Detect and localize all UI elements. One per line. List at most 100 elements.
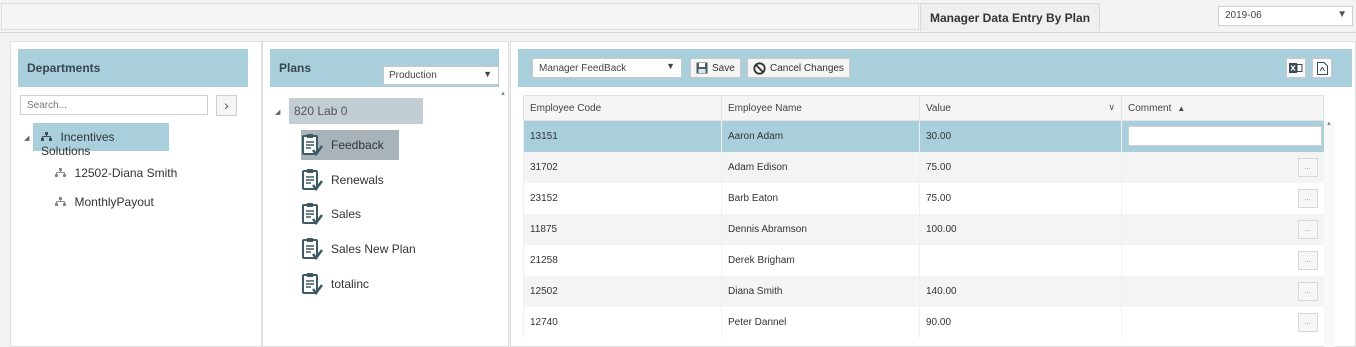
cell-value[interactable]: 90.00	[919, 306, 1122, 338]
cell-value[interactable]: 75.00	[919, 182, 1122, 214]
plan-item-label: Sales New Plan	[331, 242, 416, 256]
plans-scrollbar[interactable]: ▲	[500, 91, 508, 346]
table-row[interactable]: 31702 Adam Edison 75.00 ...	[523, 151, 1324, 183]
clipboard-check-icon	[302, 169, 323, 192]
plan-item-label: totalinc	[331, 277, 370, 291]
tree-expand-icon[interactable]: ◢	[24, 134, 29, 142]
plan-item-renewals[interactable]: Renewals	[301, 165, 399, 195]
department-root-node[interactable]: Incentives Solutions	[33, 123, 169, 158]
search-go-button[interactable]: ›	[216, 95, 237, 116]
column-header-value[interactable]: Value ∨	[919, 95, 1122, 121]
plan-item-totalinc[interactable]: totalinc	[301, 269, 399, 299]
cell-employee-code: 31702	[523, 151, 722, 183]
cell-value[interactable]: 75.00	[919, 151, 1122, 183]
departments-panel: Departments › ◢ Incentives Solutions 125…	[10, 41, 262, 347]
chevron-down-icon: ▼	[1337, 9, 1347, 20]
cell-comment[interactable]: ...	[1121, 275, 1324, 307]
cell-employee-name: Dennis Abramson	[721, 213, 920, 245]
tab-manager-data-entry[interactable]: Manager Data Entry By Plan	[920, 3, 1100, 31]
plan-root-node[interactable]: 820 Lab 0	[289, 98, 423, 124]
save-icon	[696, 62, 708, 74]
cell-employee-code: 21258	[523, 244, 722, 276]
comment-edit-button[interactable]: ...	[1297, 219, 1318, 239]
table-row[interactable]: 12502 Diana Smith 140.00 ...	[523, 275, 1324, 307]
export-excel-button[interactable]	[1286, 58, 1306, 78]
cancel-changes-button[interactable]: Cancel Changes	[747, 58, 850, 78]
cell-comment[interactable]: ...	[1121, 244, 1324, 276]
column-header-employee-code[interactable]: Employee Code	[523, 95, 722, 121]
org-chart-icon	[55, 168, 69, 179]
column-header-label: Value	[926, 102, 951, 114]
cell-comment[interactable]	[1121, 120, 1324, 152]
cell-employee-code: 12740	[523, 306, 722, 338]
comment-edit-button[interactable]: ...	[1297, 157, 1318, 177]
cell-employee-code: 12502	[523, 275, 722, 307]
clipboard-check-icon	[302, 203, 323, 226]
view-value: Manager FeedBack	[539, 63, 627, 74]
grid-scrollbar[interactable]: ▲	[1324, 121, 1334, 347]
period-select[interactable]: 2019-06 ▼	[1218, 6, 1353, 26]
comment-edit-button[interactable]: ...	[1297, 281, 1318, 301]
plan-item-label: Sales	[331, 207, 362, 221]
cell-employee-name: Adam Edison	[721, 151, 920, 183]
cell-value[interactable]: 30.00	[919, 120, 1122, 152]
environment-value: Production	[389, 70, 437, 81]
scroll-up-icon[interactable]: ▲	[500, 91, 508, 97]
cancel-icon	[753, 61, 766, 75]
cell-employee-code: 13151	[523, 120, 722, 152]
department-node-diana-smith[interactable]: 12502-Diana Smith	[55, 166, 177, 180]
department-search-input[interactable]	[20, 95, 208, 115]
table-row[interactable]: 11875 Dennis Abramson 100.00 ...	[523, 213, 1324, 245]
cell-value[interactable]: 140.00	[919, 275, 1122, 307]
column-header-comment[interactable]: Comment ▲	[1121, 95, 1324, 121]
cell-employee-name: Derek Brigham	[721, 244, 920, 276]
plan-item-label: Feedback	[331, 138, 384, 152]
comment-input[interactable]	[1128, 126, 1322, 147]
table-row[interactable]: 23152 Barb Eaton 75.00 ...	[523, 182, 1324, 214]
department-node-label: MonthlyPayout	[74, 195, 154, 209]
table-row[interactable]: 12740 Peter Dannel 90.00 ...	[523, 306, 1324, 338]
save-button[interactable]: Save	[690, 58, 741, 78]
tree-expand-icon[interactable]: ◢	[275, 108, 280, 116]
top-bar: Manager Data Entry By Plan 2019-06 ▼	[0, 0, 1356, 33]
environment-select[interactable]: Production ▼	[383, 66, 499, 85]
pdf-icon	[1316, 61, 1328, 75]
plan-item-sales-new-plan[interactable]: Sales New Plan	[301, 234, 421, 264]
cell-comment[interactable]: ...	[1121, 182, 1324, 214]
cell-value[interactable]	[919, 244, 1122, 276]
main-area: Departments › ◢ Incentives Solutions 125…	[0, 33, 1356, 347]
chevron-down-icon: ▼	[666, 61, 675, 71]
plans-title: Plans	[279, 61, 312, 75]
cell-employee-name: Barb Eaton	[721, 182, 920, 214]
employee-grid: Employee Code Employee Name Value ∨ Comme…	[523, 95, 1324, 338]
period-value: 2019-06	[1225, 10, 1262, 21]
org-chart-icon	[55, 197, 69, 208]
cell-comment[interactable]: ...	[1121, 306, 1324, 338]
comment-edit-button[interactable]: ...	[1297, 250, 1318, 270]
cell-comment[interactable]: ...	[1121, 151, 1324, 183]
table-row[interactable]: 21258 Derek Brigham ...	[523, 244, 1324, 276]
column-header-label: Comment	[1128, 102, 1172, 114]
cell-comment[interactable]: ...	[1121, 213, 1324, 245]
comment-edit-button[interactable]: ...	[1297, 188, 1318, 208]
cell-employee-name: Diana Smith	[721, 275, 920, 307]
department-node-monthly-payout[interactable]: MonthlyPayout	[55, 195, 154, 209]
column-menu-icon[interactable]: ∨	[1108, 102, 1115, 113]
column-header-employee-name[interactable]: Employee Name	[721, 95, 920, 121]
cell-value[interactable]: 100.00	[919, 213, 1122, 245]
cell-employee-code: 23152	[523, 182, 722, 214]
plan-item-sales[interactable]: Sales	[301, 199, 399, 229]
export-pdf-button[interactable]	[1312, 58, 1332, 78]
cancel-label: Cancel Changes	[770, 62, 844, 74]
column-header-label: Employee Code	[530, 102, 602, 114]
clipboard-check-icon	[302, 134, 323, 157]
toolbar-area	[1, 3, 919, 30]
grid-header-row: Employee Code Employee Name Value ∨ Comme…	[523, 95, 1324, 121]
view-select[interactable]: Manager FeedBack ▼	[532, 58, 682, 78]
scroll-up-icon[interactable]: ▲	[1324, 121, 1334, 127]
plan-item-feedback[interactable]: Feedback	[301, 130, 399, 160]
comment-edit-button[interactable]: ...	[1297, 312, 1318, 332]
table-row[interactable]: 13151 Aaron Adam 30.00	[523, 120, 1324, 152]
cell-employee-name: Aaron Adam	[721, 120, 920, 152]
sort-ascending-icon: ▲	[1177, 103, 1186, 113]
